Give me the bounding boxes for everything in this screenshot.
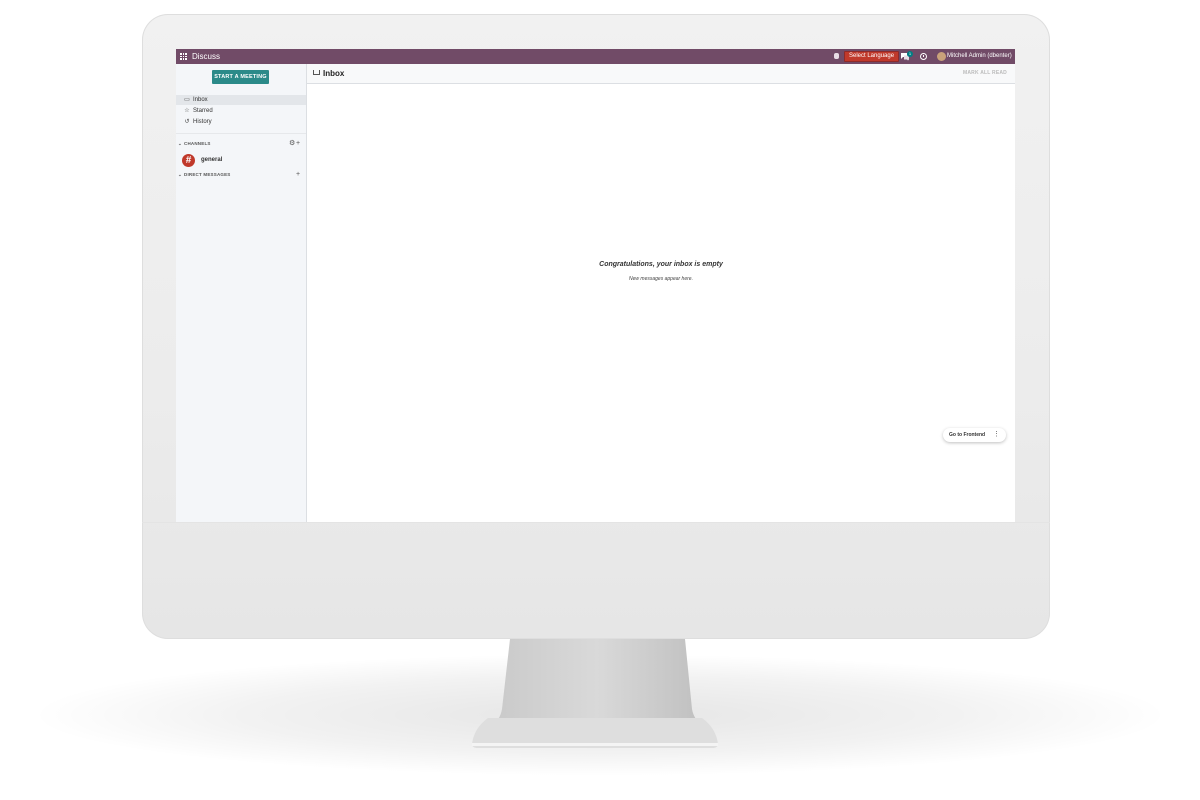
channels-header-label: CHANNELS — [184, 141, 211, 146]
app-title[interactable]: Discuss — [192, 50, 220, 63]
sidebar-item-starred[interactable]: ☆ Starred — [176, 106, 306, 116]
go-to-frontend-button[interactable]: Go to Frontend — [949, 428, 985, 442]
direct-messages-header-label: DIRECT MESSAGES — [184, 172, 231, 177]
kebab-menu-icon[interactable]: ⋮ — [993, 428, 1000, 442]
channels-header[interactable]: ⌄ CHANNELS — [178, 140, 211, 148]
mark-all-read-button[interactable]: MARK ALL READ — [963, 64, 1007, 83]
user-name[interactable]: Mitchell Admin (dbenter) — [947, 50, 1012, 63]
screen: Discuss Select Language 1 Mitchell Admin… — [176, 49, 1015, 522]
channel-name: general — [201, 157, 223, 163]
debug-icon[interactable] — [834, 53, 839, 59]
go-to-frontend-pill: Go to Frontend ⋮ — [943, 428, 1006, 442]
discuss-sidebar: START A MEETING ▭ Inbox ☆ Starred ↺ Hist… — [176, 64, 307, 522]
start-meeting-button[interactable]: START A MEETING — [212, 70, 269, 84]
sidebar-item-label: History — [193, 119, 212, 125]
monitor-bezel-divider — [142, 522, 1050, 523]
monitor-stand-base — [472, 718, 718, 748]
chat-count-badge: 1 — [907, 51, 913, 57]
sidebar-item-label: Inbox — [193, 97, 208, 103]
empty-state-subtitle: New messages appear here. — [629, 276, 693, 282]
sidebar-divider — [176, 133, 306, 134]
channel-avatar: # — [182, 154, 195, 167]
monitor-stand-neck — [490, 639, 705, 727]
page-title: Inbox — [323, 69, 345, 78]
user-avatar[interactable] — [937, 52, 946, 61]
sidebar-item-history[interactable]: ↺ History — [176, 117, 306, 127]
add-direct-message-icon[interactable]: + — [296, 171, 300, 179]
channel-settings-icon[interactable]: ⚙ — [289, 140, 295, 148]
add-channel-icon[interactable]: + — [296, 140, 300, 148]
apps-menu-icon[interactable] — [180, 53, 187, 60]
select-language-button[interactable]: Select Language — [844, 51, 900, 62]
sidebar-item-label: Starred — [193, 108, 213, 114]
activity-clock-icon[interactable] — [920, 53, 927, 60]
star-icon: ☆ — [184, 108, 190, 114]
sidebar-item-inbox[interactable]: ▭ Inbox — [176, 95, 306, 105]
inbox-icon: ▭ — [184, 97, 190, 103]
channel-item-general[interactable]: # general — [182, 154, 302, 167]
direct-messages-header[interactable]: ⌄ DIRECT MESSAGES — [178, 171, 231, 179]
thread-header: Inbox MARK ALL READ — [307, 64, 1015, 84]
history-icon: ↺ — [184, 119, 190, 125]
top-navbar: Discuss Select Language 1 Mitchell Admin… — [176, 49, 1015, 64]
empty-state-title: Congratulations, your inbox is empty — [599, 261, 723, 268]
inbox-icon — [313, 70, 320, 75]
